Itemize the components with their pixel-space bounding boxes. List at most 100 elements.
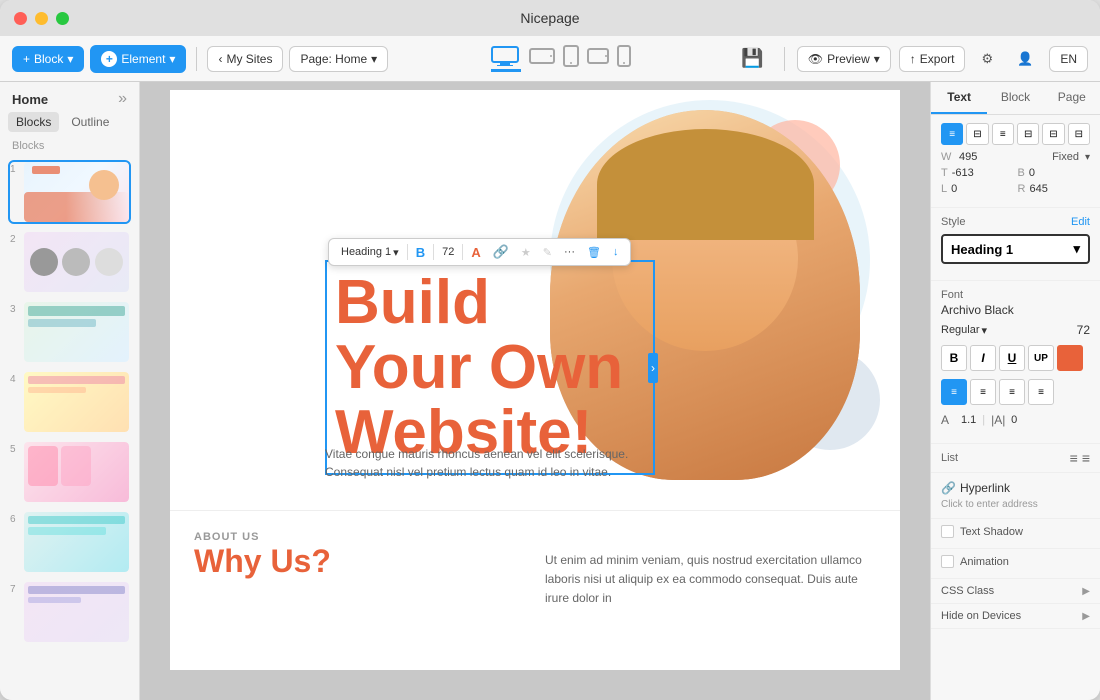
- uppercase-fmt-btn[interactable]: UP: [1028, 345, 1054, 371]
- tablet-portrait-icon[interactable]: [563, 45, 579, 72]
- underline-fmt-btn[interactable]: U: [999, 345, 1025, 371]
- text-align-right-btn[interactable]: ≡: [999, 379, 1025, 405]
- heading-text-box[interactable]: BuildYour OwnWebsite!: [325, 260, 655, 475]
- animation-checkbox[interactable]: [941, 555, 954, 568]
- delete-button[interactable]: 🗑: [583, 244, 605, 261]
- align-bottom-btn[interactable]: ⊟: [1068, 123, 1090, 145]
- text-align-left-btn[interactable]: ≡: [941, 379, 967, 405]
- canvas-content: Heading 1 ▾ B 72 A 🔗 ★ ✎ ··· 🗑: [170, 90, 900, 670]
- star-button[interactable]: ★: [517, 244, 535, 261]
- align-top-btn[interactable]: ⊟: [1017, 123, 1039, 145]
- align-center-h-btn[interactable]: ⊟: [966, 123, 988, 145]
- page-thumb-1[interactable]: 1: [8, 160, 131, 224]
- l-value[interactable]: 0: [951, 183, 957, 195]
- page-thumb-7[interactable]: 7: [8, 580, 131, 644]
- page-thumb-6[interactable]: 6: [8, 510, 131, 574]
- page-num-7: 7: [10, 582, 24, 642]
- animation-label: Animation: [960, 556, 1009, 568]
- r-value[interactable]: 645: [1029, 183, 1047, 195]
- font-style-select[interactable]: Regular ▾: [941, 324, 987, 337]
- account-button[interactable]: 👤: [1009, 46, 1041, 72]
- about-left: ABOUT US Why Us?: [194, 531, 525, 609]
- style-edit-link[interactable]: Edit: [1071, 216, 1090, 228]
- t-value[interactable]: -613: [952, 167, 974, 179]
- tab-block[interactable]: Block: [987, 82, 1043, 114]
- edit-button[interactable]: ✎: [539, 244, 556, 261]
- tablet-landscape-icon[interactable]: [529, 46, 555, 71]
- maximize-button[interactable]: [56, 12, 69, 25]
- mobile-landscape-icon[interactable]: [587, 48, 609, 69]
- add-element-button[interactable]: + Element ▾: [90, 45, 186, 73]
- fixed-dropdown[interactable]: ▾: [1085, 152, 1090, 163]
- bold-button[interactable]: B: [412, 243, 429, 262]
- tab-text[interactable]: Text: [931, 82, 987, 114]
- animation-section: Animation: [931, 549, 1100, 579]
- lang-button[interactable]: EN: [1049, 46, 1088, 72]
- b-value[interactable]: 0: [1029, 167, 1035, 179]
- page-selector-button[interactable]: Page: Home ▾: [289, 46, 388, 72]
- desktop-icon[interactable]: [491, 46, 521, 72]
- canvas-area[interactable]: Heading 1 ▾ B 72 A 🔗 ★ ✎ ··· 🗑: [140, 82, 930, 700]
- font-color-button[interactable]: A: [467, 243, 484, 262]
- mobile-portrait-icon[interactable]: [617, 45, 631, 72]
- align-center-v-btn[interactable]: ⊟: [1042, 123, 1064, 145]
- blocks-section-label: Blocks: [0, 136, 139, 156]
- more-button[interactable]: ···: [560, 244, 579, 260]
- selection-handle[interactable]: [648, 353, 658, 383]
- add-block-button[interactable]: + Block ▾: [12, 46, 84, 72]
- sep-2: [433, 244, 434, 260]
- plus-icon: +: [23, 52, 30, 66]
- divider-1: [196, 47, 197, 71]
- about-heading: Why Us?: [194, 543, 525, 580]
- chevron-down-icon-7: ▾: [982, 324, 988, 337]
- expand-css-icon: ▶: [1082, 586, 1090, 597]
- bold-fmt-btn[interactable]: B: [941, 345, 967, 371]
- heading-style-select[interactable]: Heading 1 ▾: [941, 234, 1090, 264]
- text-shadow-checkbox[interactable]: [941, 525, 954, 538]
- align-left-btn[interactable]: ≡: [941, 123, 963, 145]
- color-swatch-btn[interactable]: [1057, 345, 1083, 371]
- w-label: W: [941, 151, 953, 163]
- line-height-value[interactable]: 1.1: [961, 414, 976, 426]
- export-button[interactable]: ↑ Export: [899, 46, 966, 72]
- left-sidebar: Home » Blocks Outline Blocks 1 2: [0, 82, 140, 700]
- lang-label: EN: [1060, 52, 1077, 66]
- italic-fmt-btn[interactable]: I: [970, 345, 996, 371]
- hide-on-devices-section[interactable]: Hide on Devices ▶: [931, 604, 1100, 629]
- text-shadow-label: Text Shadow: [960, 526, 1023, 538]
- ordered-list-btn[interactable]: ≡: [1082, 450, 1090, 466]
- thumb-img-5: [24, 442, 129, 502]
- unordered-list-btn[interactable]: ≡: [1070, 450, 1078, 466]
- close-button[interactable]: [14, 12, 27, 25]
- minimize-button[interactable]: [35, 12, 48, 25]
- move-down-button[interactable]: ↓: [609, 244, 623, 260]
- font-size-value[interactable]: 72: [1077, 323, 1090, 337]
- hyperlink-placeholder[interactable]: Click to enter address: [941, 499, 1090, 510]
- align-right-btn[interactable]: ≡: [992, 123, 1014, 145]
- page-thumb-4[interactable]: 4: [8, 370, 131, 434]
- width-value[interactable]: 495: [959, 151, 1046, 163]
- css-class-section[interactable]: CSS Class ▶: [931, 579, 1100, 604]
- collapse-icon[interactable]: »: [118, 90, 127, 108]
- letter-spacing-value[interactable]: 0: [1011, 414, 1017, 426]
- sidebar-tab-outline[interactable]: Outline: [63, 112, 117, 132]
- save-icon: 💾: [741, 48, 763, 69]
- text-align-justify-btn[interactable]: ≡: [1028, 379, 1054, 405]
- chevron-left-icon: ‹: [218, 52, 222, 66]
- nav-back-button[interactable]: ‹ My Sites: [207, 46, 283, 72]
- thumb-img-7: [24, 582, 129, 642]
- page-thumb-3[interactable]: 3: [8, 300, 131, 364]
- link-button[interactable]: 🔗: [489, 242, 513, 262]
- save-button[interactable]: 💾: [733, 43, 771, 74]
- tab-page[interactable]: Page: [1044, 82, 1100, 114]
- sidebar-tab-blocks[interactable]: Blocks: [8, 112, 59, 132]
- preview-button[interactable]: 👁 Preview ▾: [797, 46, 891, 72]
- thumb-img-4: [24, 372, 129, 432]
- text-align-center-btn[interactable]: ≡: [970, 379, 996, 405]
- style-label: Style: [941, 216, 965, 228]
- page-thumb-5[interactable]: 5: [8, 440, 131, 504]
- page-thumb-2[interactable]: 2: [8, 230, 131, 294]
- settings-button[interactable]: ⚙: [973, 46, 1001, 72]
- heading-selector[interactable]: Heading 1 ▾: [337, 244, 403, 261]
- hyperlink-label[interactable]: Hyperlink: [960, 481, 1010, 495]
